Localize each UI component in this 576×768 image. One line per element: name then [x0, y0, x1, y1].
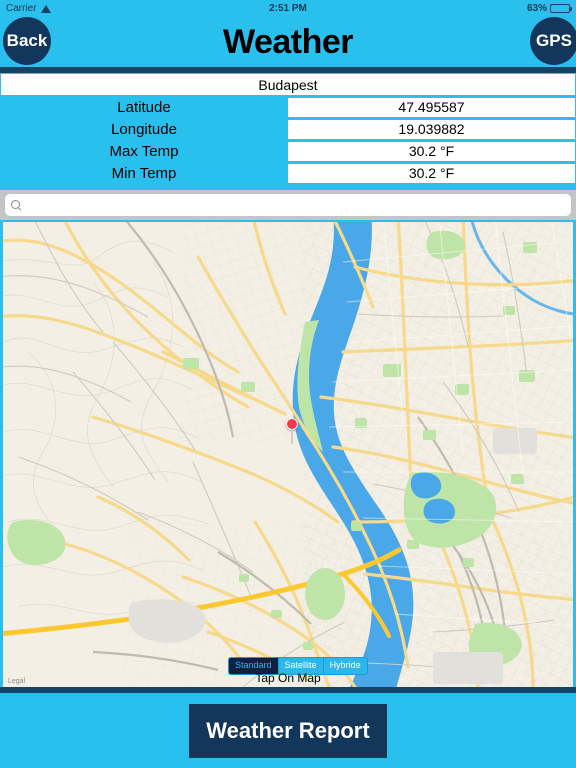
min-temp-value: 30.2 °F — [288, 163, 575, 183]
battery-icon — [550, 3, 572, 13]
search-bar — [0, 190, 576, 220]
table-row: Latitude 47.495587 — [0, 96, 576, 118]
search-field[interactable] — [5, 194, 571, 216]
info-table: Latitude 47.495587 Longitude 19.039882 M… — [0, 96, 576, 184]
city-name-field: Budapest — [1, 74, 575, 95]
max-temp-label: Max Temp — [109, 142, 179, 160]
min-temp-label: Min Temp — [111, 164, 177, 182]
table-row: Min Temp 30.2 °F — [0, 162, 576, 184]
search-icon — [11, 200, 21, 210]
longitude-label: Longitude — [111, 120, 177, 138]
map-view[interactable]: Legal Standard Satellite Hybride Tap On … — [3, 222, 573, 687]
map-pin-icon[interactable] — [285, 418, 299, 444]
navigation-bar: Weather Back GPS — [0, 16, 576, 68]
latitude-label: Latitude — [117, 98, 171, 116]
latitude-value: 47.495587 — [288, 97, 575, 117]
bottom-divider — [0, 687, 576, 693]
map-canvas — [3, 222, 573, 687]
gps-button[interactable]: GPS — [530, 17, 576, 65]
max-temp-value: 30.2 °F — [288, 141, 575, 161]
longitude-value: 19.039882 — [288, 119, 575, 139]
table-row: Longitude 19.039882 — [0, 118, 576, 140]
status-bar-clock: 2:51 PM — [269, 2, 307, 14]
tap-on-map-label: Tap On Map — [255, 671, 321, 685]
status-bar: Carrier 2:51 PM 63% — [0, 0, 576, 16]
weather-report-button[interactable]: Weather Report — [189, 704, 387, 758]
back-button[interactable]: Back — [3, 17, 51, 65]
table-row: Max Temp 30.2 °F — [0, 140, 576, 162]
search-input[interactable] — [26, 198, 565, 212]
weather-app-screen: Carrier 2:51 PM 63% Weather Back GPS Bud… — [0, 0, 576, 768]
page-title: Weather — [222, 23, 354, 61]
